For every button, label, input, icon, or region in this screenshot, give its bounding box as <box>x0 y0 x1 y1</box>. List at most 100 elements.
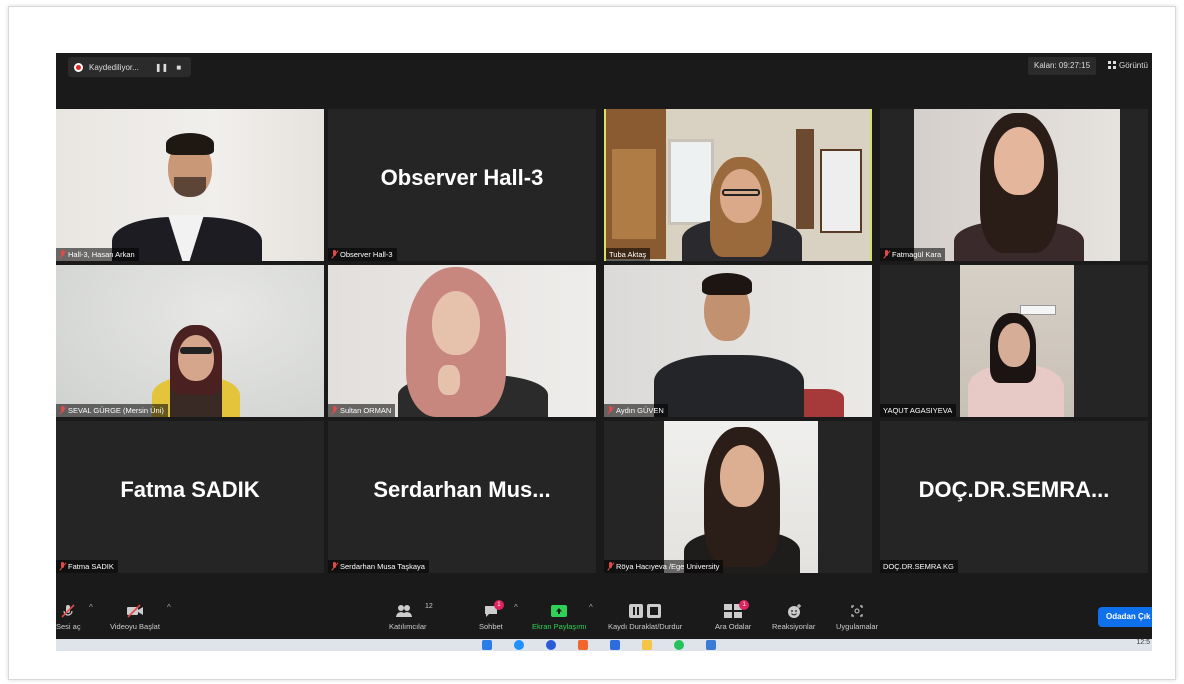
os-taskbar: 12:5 <box>56 639 1152 651</box>
participant-name: YAQUT AGASIYEVA <box>883 406 953 415</box>
participant-tile[interactable]: Sultan ORMAN <box>328 265 596 417</box>
windows-start-icon[interactable] <box>482 640 492 650</box>
chat-button[interactable]: 1 Sohbet <box>479 600 504 631</box>
participant-tile-active-speaker[interactable]: Tuba Aktaş <box>604 109 872 261</box>
app-icon[interactable] <box>674 640 684 650</box>
share-options-caret[interactable]: ^ <box>589 603 593 612</box>
participant-name: Röya Hacıyeva /Ege University <box>616 562 720 571</box>
participant-name-tag: Fatmagül Kara <box>880 248 946 261</box>
breakout-rooms-label: Ara Odalar <box>715 622 752 631</box>
mic-muted-icon <box>607 562 614 571</box>
participant-name-tag: Hall-3, Hasan Arkan <box>56 248 139 261</box>
participant-tile[interactable]: Fatma SADIK Fatma SADIK <box>56 421 324 573</box>
grid-view-icon <box>1108 61 1116 69</box>
view-button[interactable]: Görüntü <box>1108 57 1148 75</box>
record-icon <box>74 62 83 72</box>
pause-stop-recording-button[interactable]: Kaydı Duraklat/Durdur <box>608 603 682 631</box>
participant-name-tag: Aydın GÜVEN <box>604 404 668 417</box>
apps-button[interactable]: Uygulamalar <box>836 603 878 631</box>
app-icon[interactable] <box>546 640 556 650</box>
unmute-button[interactable]: Sesi aç <box>56 603 81 631</box>
share-screen-label: Ekran Paylaşımı <box>532 622 587 631</box>
reactions-label: Reaksiyonlar <box>772 622 816 631</box>
participant-tile[interactable]: Observer Hall-3 Observer Hall-3 <box>328 109 596 261</box>
participant-display-name: DOÇ.DR.SEMRA... <box>918 477 1110 502</box>
participant-name: Fatmagül Kara <box>892 250 942 259</box>
participant-tile[interactable]: SEVAL GÜRGE (Mersin Üni) <box>56 265 324 417</box>
breakout-rooms-badge: 1 <box>739 600 750 610</box>
mic-muted-icon <box>59 250 66 259</box>
breakout-rooms-button[interactable]: 1 Ara Odalar <box>715 600 752 631</box>
participant-name-tag: YAQUT AGASIYEVA <box>880 404 957 417</box>
start-video-label: Videoyu Başlat <box>110 622 160 631</box>
recording-indicator: Kaydediliyor... ❚❚ ■ <box>68 57 191 77</box>
participant-display-name: Fatma SADIK <box>120 477 260 502</box>
audio-options-caret[interactable]: ^ <box>89 603 93 612</box>
participant-tile[interactable]: DOÇ.DR.SEMRA... DOÇ.DR.SEMRA KG <box>880 421 1148 573</box>
pause-stop-recording-label: Kaydı Duraklat/Durdur <box>608 622 683 631</box>
recording-label: Kaydediliyor... <box>89 62 139 72</box>
video-options-caret[interactable]: ^ <box>167 603 171 612</box>
start-video-button[interactable]: Videoyu Başlat <box>110 603 160 631</box>
participant-name: Aydın GÜVEN <box>616 406 664 415</box>
participant-tile[interactable]: Serdarhan Mus... Serdarhan Musa Taşkaya <box>328 421 596 573</box>
edge-browser-icon[interactable] <box>514 640 524 650</box>
folder-icon[interactable] <box>642 640 652 650</box>
participants-icon: 12 <box>389 603 433 619</box>
participant-name-tag: SEVAL GÜRGE (Mersin Üni) <box>56 404 168 417</box>
participant-tile[interactable]: Röya Hacıyeva /Ege University <box>604 421 872 573</box>
participant-video <box>328 265 596 417</box>
video-off-icon <box>110 603 160 619</box>
mic-muted-icon <box>331 406 338 415</box>
participant-video <box>960 265 1074 417</box>
stop-icon[interactable]: ■ <box>173 63 185 72</box>
participant-name: Sultan ORMAN <box>340 406 392 415</box>
participant-video <box>914 109 1120 261</box>
participant-display-name: Serdarhan Mus... <box>373 477 551 502</box>
leave-meeting-button[interactable]: Odadan Çık <box>1098 607 1152 627</box>
participant-name-tag: Serdarhan Musa Taşkaya <box>328 560 429 573</box>
participant-name: Hall-3, Hasan Arkan <box>68 250 135 259</box>
participant-tile[interactable]: Aydın GÜVEN <box>604 265 872 417</box>
screenshot-frame: Kaydediliyor... ❚❚ ■ Kalan: 09:27:15 Gör… <box>8 6 1176 680</box>
participant-tile[interactable]: YAQUT AGASIYEVA <box>880 265 1148 417</box>
participant-video <box>664 421 818 573</box>
view-label: Görüntü <box>1119 61 1148 70</box>
share-screen-button[interactable]: Ekran Paylaşımı <box>532 603 587 631</box>
mic-muted-icon <box>331 562 338 571</box>
top-bar: Kaydediliyor... ❚❚ ■ Kalan: 09:27:15 Gör… <box>56 53 1152 109</box>
chat-label: Sohbet <box>479 622 503 631</box>
participants-button[interactable]: 12 Katılımcılar <box>389 603 433 631</box>
participant-name: Tuba Aktaş <box>609 250 647 259</box>
participants-label: Katılımcılar <box>389 622 427 631</box>
app-icon[interactable] <box>610 640 620 650</box>
participant-tile[interactable]: Fatmagül Kara <box>880 109 1148 261</box>
participant-display-name: Observer Hall-3 <box>380 165 544 190</box>
participants-count: 12 <box>425 603 433 610</box>
participant-name-tag: Röya Hacıyeva /Ege University <box>604 560 724 573</box>
participant-video <box>604 265 872 417</box>
zoom-taskbar-icon[interactable] <box>706 640 716 650</box>
zoom-meeting-window: Kaydediliyor... ❚❚ ■ Kalan: 09:27:15 Gör… <box>56 53 1152 651</box>
taskbar-clock: 12:5 <box>1136 639 1150 646</box>
chat-badge: 1 <box>493 600 504 610</box>
participant-tile[interactable]: Hall-3, Hasan Arkan <box>56 109 324 261</box>
pause-icon[interactable]: ❚❚ <box>155 63 168 72</box>
participant-name: Observer Hall-3 <box>340 250 393 259</box>
participant-name-tag: Tuba Aktaş <box>606 248 651 261</box>
app-icon[interactable] <box>578 640 588 650</box>
mic-muted-icon <box>607 406 614 415</box>
breakout-rooms-icon: 1 <box>723 600 750 619</box>
participant-name-tag: Sultan ORMAN <box>328 404 396 417</box>
chat-options-caret[interactable]: ^ <box>514 603 518 612</box>
chat-icon: 1 <box>483 600 504 619</box>
apps-label: Uygulamalar <box>836 622 879 631</box>
reactions-button[interactable]: Reaksiyonlar <box>772 603 815 631</box>
mic-muted-icon <box>56 603 81 619</box>
participant-name-tag: Fatma SADIK <box>56 560 118 573</box>
unmute-label: Sesi aç <box>56 622 81 631</box>
participant-name: Fatma SADIK <box>68 562 114 571</box>
mic-muted-icon <box>331 250 338 259</box>
participant-name-tag: Observer Hall-3 <box>328 248 397 261</box>
participant-video <box>56 265 324 417</box>
